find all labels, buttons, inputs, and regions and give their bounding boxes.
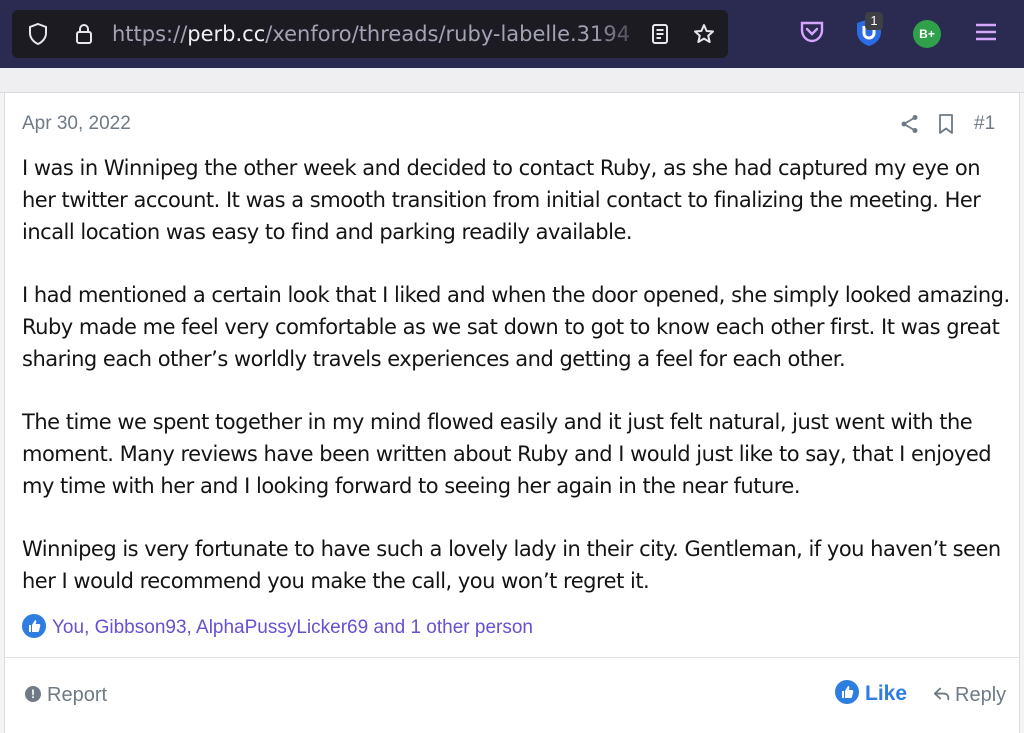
like-button[interactable]: Like <box>835 680 908 707</box>
forum-post: Apr 30, 2022 #1 I was in Winnipeg the ot… <box>4 93 1020 733</box>
report-icon: ! <box>25 685 41 702</box>
browser-toolbar: https://perb.cc/xenforo/threads/ruby-lab… <box>0 0 1024 68</box>
bookmark-icon[interactable] <box>935 113 957 135</box>
share-icon[interactable] <box>899 113 921 135</box>
report-label: Report <box>47 684 108 706</box>
url-scheme: https:// <box>112 22 188 46</box>
lock-icon[interactable] <box>72 22 96 46</box>
post-paragraph: I was in Winnipeg the other week and dec… <box>22 156 981 244</box>
url-text[interactable]: https://perb.cc/xenforo/threads/ruby-lab… <box>112 21 632 47</box>
pocket-icon[interactable] <box>796 16 828 48</box>
post-footer-divider <box>5 657 1019 658</box>
like-label: Like <box>865 682 908 705</box>
shield-icon[interactable] <box>26 22 50 46</box>
post-paragraph: Winnipeg is very fortunate to have such … <box>22 537 1001 593</box>
post-paragraph: The time we spent together in my mind fl… <box>22 410 992 498</box>
reactions-bar[interactable]: You, Gibbson93, AlphaPussyLicker69 and 1… <box>22 613 533 641</box>
reply-button[interactable]: Reply <box>933 683 1006 707</box>
ublock-count-badge: 1 <box>865 12 883 30</box>
thumbs-up-icon <box>835 680 859 705</box>
reactions-text[interactable]: You, Gibbson93, AlphaPussyLicker69 and 1… <box>52 617 533 638</box>
page-top-gap <box>0 68 1024 93</box>
url-bar[interactable]: https://perb.cc/xenforo/threads/ruby-lab… <box>12 10 728 58</box>
reply-arrow-icon <box>933 687 950 701</box>
post-paragraph: I had mentioned a certain look that I li… <box>22 283 1010 371</box>
url-fade <box>592 18 652 50</box>
bookmark-star-icon[interactable] <box>692 22 716 46</box>
post-number[interactable]: #1 <box>974 113 995 135</box>
reader-view-icon[interactable] <box>648 22 672 46</box>
url-path: /xenforo/threads/ruby-labelle.31947 <box>265 22 632 46</box>
url-host: perb.cc <box>187 22 266 46</box>
reply-label: Reply <box>955 684 1007 706</box>
report-button[interactable]: ! Report <box>25 683 107 707</box>
post-body: I was in Winnipeg the other week and dec… <box>22 152 1012 628</box>
extension-badge[interactable]: B+ <box>913 20 941 48</box>
hamburger-menu-icon[interactable] <box>970 16 1002 48</box>
thumbs-up-icon <box>22 613 46 638</box>
post-date[interactable]: Apr 30, 2022 <box>22 113 131 135</box>
